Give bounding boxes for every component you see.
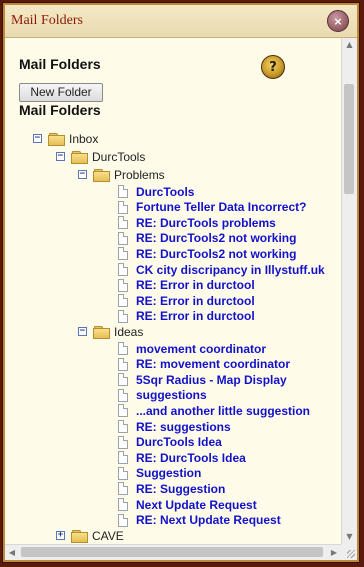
mail-message-item[interactable]: DurcTools: [118, 184, 194, 199]
mail-message-link[interactable]: RE: Suggestion: [136, 482, 225, 496]
mail-message-link[interactable]: RE: Error in durctool: [136, 309, 255, 323]
document-icon: [118, 309, 128, 323]
mail-message-item[interactable]: RE: DurcTools problems: [118, 215, 276, 230]
folder-label: Ideas: [114, 324, 144, 339]
close-icon: ×: [333, 14, 343, 28]
mail-message-link[interactable]: ...and another little suggestion: [136, 404, 310, 418]
folder-label: DurcTools: [92, 149, 146, 164]
folder-icon: [71, 529, 88, 543]
document-icon: [118, 373, 128, 387]
scroll-right-arrow-icon[interactable]: ▶: [327, 545, 341, 560]
mail-message-item[interactable]: DurcTools Idea: [118, 435, 222, 450]
folder-label: Inbox: [69, 131, 99, 146]
mail-message-link[interactable]: Suggestion: [136, 466, 201, 480]
mail-message-link[interactable]: CK city discripancy in Illystuff.uk: [136, 263, 325, 277]
mail-message-item[interactable]: RE: Error in durctool: [118, 278, 255, 293]
folder-cave[interactable]: + CAVE: [56, 528, 124, 543]
document-icon: [118, 420, 128, 433]
folder-ideas[interactable]: − Ideas: [78, 324, 143, 339]
folder-label: Problems: [114, 167, 165, 182]
mail-message-item[interactable]: RE: Suggestion: [118, 481, 225, 496]
document-icon: [118, 247, 128, 261]
expand-toggle[interactable]: +: [56, 531, 65, 540]
window-title: Mail Folders: [11, 13, 83, 28]
document-icon: [118, 294, 128, 308]
mail-message-item[interactable]: RE: DurcTools2 not working: [118, 246, 296, 261]
collapse-toggle[interactable]: −: [33, 134, 42, 143]
mail-message-item[interactable]: RE: movement coordinator: [118, 357, 290, 372]
folder-inbox[interactable]: − Inbox: [33, 131, 98, 146]
document-icon: [118, 357, 128, 371]
document-icon: [118, 404, 128, 418]
document-icon: [118, 451, 128, 465]
document-icon: [118, 231, 128, 245]
mail-message-link[interactable]: RE: Error in durctool: [136, 294, 255, 308]
mail-folders-window: Mail Folders × Mail Folders ? New Folder…: [3, 3, 359, 562]
folder-icon: [48, 132, 65, 146]
folder-icon: [93, 325, 110, 339]
mail-message-item[interactable]: RE: Error in durctool: [118, 309, 255, 324]
title-bar[interactable]: Mail Folders ×: [5, 5, 357, 38]
resize-grip-icon[interactable]: [341, 544, 357, 560]
collapse-toggle[interactable]: −: [78, 170, 87, 179]
scroll-down-arrow-icon[interactable]: ▼: [342, 530, 357, 544]
mail-message-link[interactable]: Next Update Request: [136, 498, 257, 512]
document-icon: [118, 278, 128, 292]
mail-message-item[interactable]: RE: DurcTools Idea: [118, 450, 246, 465]
collapse-toggle[interactable]: −: [56, 152, 65, 161]
document-icon: [118, 263, 128, 276]
mail-message-item[interactable]: Fortune Teller Data Incorrect?: [118, 200, 306, 215]
vertical-scroll-thumb[interactable]: [344, 84, 354, 194]
document-icon: [118, 200, 128, 214]
document-icon: [118, 216, 128, 230]
mail-message-item[interactable]: RE: DurcTools2 not working: [118, 231, 296, 246]
vertical-scrollbar[interactable]: ▲ ▼: [341, 38, 357, 544]
folder-tree: − Inbox − DurcTools − Problems DurcTools…: [5, 38, 343, 560]
document-icon: [118, 342, 128, 355]
folder-problems[interactable]: − Problems: [78, 167, 165, 182]
folder-icon: [93, 168, 110, 182]
document-icon: [118, 513, 128, 527]
mail-message-link[interactable]: 5Sqr Radius - Map Display: [136, 373, 287, 387]
folder-icon: [71, 150, 88, 164]
mail-message-link[interactable]: RE: Error in durctool: [136, 278, 255, 292]
mail-message-item[interactable]: RE: Error in durctool: [118, 293, 255, 308]
mail-message-item[interactable]: Suggestion: [118, 466, 201, 481]
document-icon: [118, 498, 128, 511]
mail-message-item[interactable]: ...and another little suggestion: [118, 403, 310, 418]
mail-message-link[interactable]: suggestions: [136, 388, 207, 402]
document-icon: [118, 435, 128, 449]
mail-message-link[interactable]: RE: Next Update Request: [136, 513, 281, 527]
horizontal-scrollbar[interactable]: ◀ ▶: [5, 544, 341, 560]
horizontal-scroll-thumb[interactable]: [21, 547, 323, 557]
mail-message-item[interactable]: movement coordinator: [118, 341, 266, 356]
mail-message-item[interactable]: RE: Next Update Request: [118, 513, 281, 528]
mail-message-link[interactable]: RE: DurcTools2 not working: [136, 231, 296, 245]
document-icon: [118, 388, 128, 402]
document-icon: [118, 466, 128, 480]
scroll-up-arrow-icon[interactable]: ▲: [342, 38, 357, 52]
mail-message-link[interactable]: RE: DurcTools2 not working: [136, 247, 296, 261]
folder-durctools[interactable]: − DurcTools: [56, 149, 145, 164]
mail-message-item[interactable]: suggestions: [118, 388, 207, 403]
document-icon: [118, 482, 128, 496]
scroll-left-arrow-icon[interactable]: ◀: [5, 545, 19, 560]
mail-message-link[interactable]: RE: suggestions: [136, 420, 231, 434]
mail-message-item[interactable]: 5Sqr Radius - Map Display: [118, 372, 287, 387]
document-icon: [118, 185, 128, 198]
close-button[interactable]: ×: [327, 10, 349, 32]
mail-message-item[interactable]: Next Update Request: [118, 497, 257, 512]
mail-message-link[interactable]: movement coordinator: [136, 342, 266, 356]
mail-message-link[interactable]: RE: movement coordinator: [136, 357, 290, 371]
folder-label: CAVE: [92, 528, 124, 543]
mail-message-link[interactable]: Fortune Teller Data Incorrect?: [136, 200, 306, 214]
mail-message-link[interactable]: RE: DurcTools Idea: [136, 451, 246, 465]
mail-message-link[interactable]: DurcTools: [136, 185, 194, 199]
content-panel: Mail Folders ? New Folder Mail Folders −…: [5, 38, 357, 560]
mail-message-link[interactable]: DurcTools Idea: [136, 435, 222, 449]
mail-message-item[interactable]: CK city discripancy in Illystuff.uk: [118, 262, 325, 277]
mail-message-link[interactable]: RE: DurcTools problems: [136, 216, 276, 230]
mail-message-item[interactable]: RE: suggestions: [118, 419, 231, 434]
collapse-toggle[interactable]: −: [78, 327, 87, 336]
